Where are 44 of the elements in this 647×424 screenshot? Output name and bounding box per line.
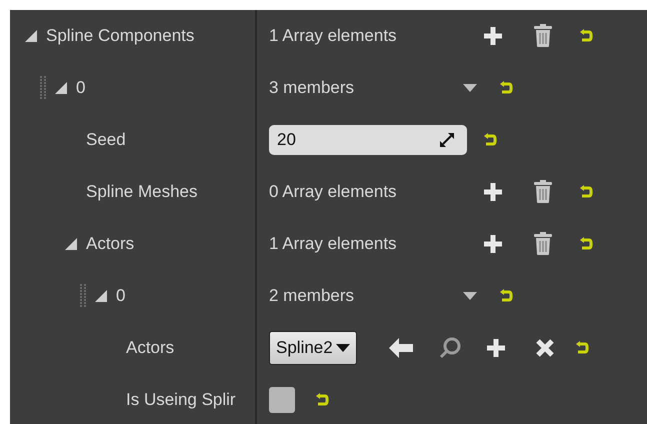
array-count: 1 Array elements bbox=[269, 234, 398, 254]
add-icon[interactable] bbox=[482, 181, 504, 203]
add-icon[interactable] bbox=[484, 337, 507, 359]
member-count: 2 members bbox=[269, 286, 356, 306]
trash-icon[interactable] bbox=[533, 24, 553, 48]
reset-icon[interactable] bbox=[483, 132, 497, 148]
array-count: 1 Array elements bbox=[269, 26, 398, 46]
reset-icon[interactable] bbox=[315, 392, 329, 408]
reset-icon[interactable] bbox=[574, 340, 589, 356]
property-label: Is Useing Splir bbox=[126, 390, 236, 410]
actor-dropdown[interactable]: Spline2 bbox=[269, 331, 357, 365]
drag-handle-icon[interactable] bbox=[39, 75, 47, 101]
reset-icon[interactable] bbox=[579, 28, 593, 44]
add-icon[interactable] bbox=[482, 25, 504, 47]
dropdown-caret-icon[interactable] bbox=[463, 292, 477, 300]
collapse-arrow-icon[interactable] bbox=[25, 30, 37, 42]
property-label: Actors bbox=[86, 234, 134, 254]
reset-icon[interactable] bbox=[499, 288, 513, 304]
drag-handle-icon[interactable] bbox=[79, 283, 87, 309]
trash-icon[interactable] bbox=[533, 232, 553, 256]
number-field[interactable]: 20 bbox=[269, 125, 467, 155]
property-label: Spline Meshes bbox=[86, 182, 198, 202]
search-icon[interactable] bbox=[438, 337, 461, 359]
arrow-left-icon[interactable] bbox=[388, 338, 413, 358]
reset-icon[interactable] bbox=[499, 80, 513, 96]
property-label: 0 bbox=[76, 78, 86, 98]
property-label: Actors bbox=[126, 338, 174, 358]
collapse-arrow-icon[interactable] bbox=[55, 82, 67, 94]
drag-spin-icon bbox=[439, 132, 455, 148]
property-label: Spline Components bbox=[46, 26, 194, 46]
caret-icon[interactable] bbox=[336, 344, 350, 352]
checkbox[interactable] bbox=[269, 387, 295, 413]
reset-icon[interactable] bbox=[579, 236, 593, 252]
property-label: 0 bbox=[116, 286, 126, 306]
collapse-arrow-icon[interactable] bbox=[65, 238, 77, 250]
member-count: 3 members bbox=[269, 78, 356, 98]
dropdown-caret-icon[interactable] bbox=[463, 84, 477, 92]
close-icon[interactable] bbox=[534, 338, 555, 358]
property-label: Seed bbox=[86, 130, 126, 150]
collapse-arrow-icon[interactable] bbox=[95, 290, 107, 302]
trash-icon[interactable] bbox=[533, 180, 553, 204]
add-icon[interactable] bbox=[482, 233, 504, 255]
array-count: 0 Array elements bbox=[269, 182, 398, 202]
reset-icon[interactable] bbox=[579, 184, 593, 200]
